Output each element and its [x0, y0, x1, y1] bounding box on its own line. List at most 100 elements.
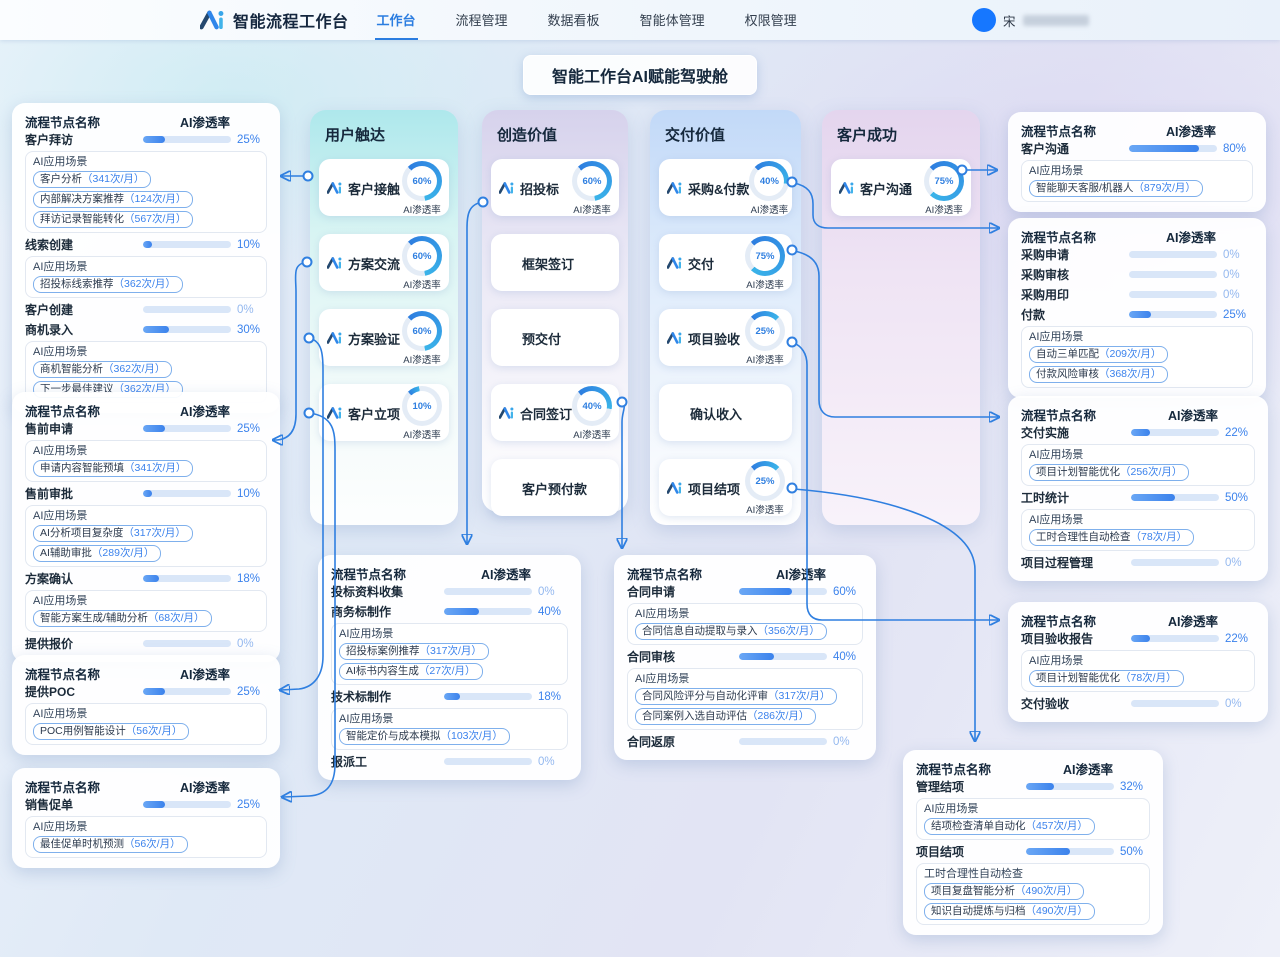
ai-scenario-tag: 智能方案生成/辅助分析（68次/月）	[33, 610, 212, 627]
panel-column-headers: 流程节点名称AI渗透率	[25, 112, 267, 128]
progress-track	[143, 640, 231, 647]
scenario-count: （317次/月）	[420, 644, 482, 659]
ai-scenario-tag: 合同案例入选自动评估（286次/月）	[635, 708, 816, 725]
stage-card-kpi: 60%AI渗透率	[402, 236, 442, 291]
rate-column-header: AI渗透率	[143, 777, 267, 793]
stage-card[interactable]: 客户立项 10% AI渗透率	[319, 384, 449, 441]
ai-scenario-tag-list: POC用例智能设计（56次/月）	[33, 723, 259, 740]
ai-scenario-tag: 招投标案例推荐（317次/月）	[339, 643, 489, 660]
penetration-percent: 0%	[1223, 249, 1253, 261]
user-avatar[interactable]	[972, 8, 996, 32]
penetration-percent: 0%	[1225, 557, 1255, 569]
scenario-name: 付款风险审核	[1036, 367, 1099, 382]
progress-track	[143, 801, 231, 808]
panel-column-headers: 流程节点名称 AI渗透率	[1021, 611, 1255, 627]
progress-track	[739, 588, 827, 595]
node-column-header: 流程节点名称	[331, 564, 406, 580]
donut-percent-value: 25%	[755, 476, 774, 487]
process-node-name: 项目过程管理	[1021, 554, 1093, 571]
stage-card[interactable]: 预交付	[491, 309, 619, 366]
process-node-name: 技术标制作	[331, 688, 391, 705]
node-column-header: 流程节点名称	[1021, 405, 1096, 421]
stage-card[interactable]: 客户接触60%AI渗透率	[319, 159, 449, 216]
stage-card-name: 预交付	[522, 329, 561, 348]
stage-card-name: 客户预付款	[522, 479, 587, 498]
stage-card[interactable]: 采购&付款40%AI渗透率	[659, 159, 792, 216]
ai-scenario-box: AI应用场景申请内容智能预填（341次/月）	[25, 440, 267, 482]
nav-tab[interactable]: 智能体管理	[638, 0, 707, 40]
ai-scenario-box: AI应用场景招投标案例推荐（317次/月）AI标书内容生成（27次/月）	[331, 623, 568, 685]
node-column-header: 流程节点名称	[25, 664, 100, 680]
stage-card[interactable]: 客户沟通75%AI渗透率	[831, 159, 971, 216]
donut-caption: AI渗透率	[403, 277, 440, 291]
scenario-name: 智能聊天客服/机器人	[1036, 181, 1133, 196]
donut-caption: AI渗透率	[403, 427, 440, 441]
process-node-row: 售前申请25%	[25, 420, 267, 437]
donut-percent-value: 60%	[582, 176, 601, 187]
stage-card[interactable]: 合同签订40%AI渗透率	[491, 384, 619, 441]
process-node-name: 客户拜访	[25, 131, 73, 148]
stage-card-label: 交付	[667, 254, 714, 273]
process-node-name: 投标资料收集	[331, 583, 403, 600]
donut-percent-value: 40%	[760, 176, 779, 187]
nav-tab[interactable]: 流程管理	[454, 0, 510, 40]
penetration-percent: 10%	[237, 239, 267, 251]
nav-tab[interactable]: 权限管理	[743, 0, 799, 40]
process-node-name: 售前审批	[25, 485, 73, 502]
ai-scenario-tag: 自动三单匹配（209次/月）	[1029, 346, 1168, 363]
penetration-bar: 25%	[143, 686, 267, 698]
user-account[interactable]: 宋	[972, 8, 1089, 32]
penetration-bar: 25%	[143, 423, 267, 435]
stage-card-label: 确认收入	[667, 404, 742, 423]
rate-column-header: AI渗透率	[1131, 611, 1255, 627]
stage-card[interactable]: 项目结项 25% AI渗透率	[659, 459, 792, 516]
donut-center: 10%	[407, 391, 437, 421]
node-panel-poc: 流程节点名称AI渗透率提供POC25%AI应用场景POC用例智能设计（56次/月…	[12, 655, 280, 755]
ai-scenario-label: AI应用场景	[635, 608, 855, 621]
ai-scenario-tag-list: 结项检查清单自动化（457次/月）	[924, 818, 1142, 835]
stage-card[interactable]: 框架签订	[491, 234, 619, 291]
ai-scenario-tag: AI标书内容生成（27次/月）	[339, 663, 483, 680]
stage-card[interactable]: 确认收入	[659, 384, 792, 441]
ai-scenario-tag: 合同风险评分与自动化评审（317次/月）	[635, 688, 837, 705]
stage-card[interactable]: 客户预付款	[491, 459, 619, 516]
stage-card[interactable]: 方案交流60%AI渗透率	[319, 234, 449, 291]
process-node-row: 项目验收报告22%	[1021, 630, 1255, 647]
stage-card[interactable]: 招投标60%AI渗透率	[491, 159, 619, 216]
stage-card-name: 项目结项	[688, 479, 740, 498]
nav-tab[interactable]: 数据看板	[546, 0, 602, 40]
donut-caption: AI渗透率	[746, 502, 783, 516]
stage-card-name: 确认收入	[690, 404, 742, 423]
progress-fill	[1129, 145, 1199, 152]
process-node-row: 工时统计50%	[1021, 489, 1255, 506]
donut-center: 75%	[929, 166, 959, 196]
donut-center: 75%	[750, 241, 780, 271]
donut-center: 60%	[407, 316, 437, 346]
stage-card-label: 项目结项	[667, 479, 740, 498]
donut-center: 40%	[754, 166, 784, 196]
stage-card[interactable]: 方案验证60%AI渗透率	[319, 309, 449, 366]
ai-scenario-label: AI应用场景	[1029, 655, 1247, 668]
scenario-count: （289次/月）	[92, 546, 154, 561]
process-node-name: 交付验收	[1021, 695, 1069, 712]
ai-scenario-label: AI应用场景	[33, 821, 259, 834]
panel-column-headers: 流程节点名称AI渗透率	[916, 759, 1150, 775]
process-node-name: 商务标制作	[331, 603, 391, 620]
ai-scenario-box: AI应用场景合同信息自动提取与录入（356次/月）	[627, 603, 863, 645]
ai-scenario-label: AI应用场景	[1029, 165, 1245, 178]
process-node-name: 提供POC	[25, 683, 75, 700]
progress-track	[143, 306, 231, 313]
donut-center: 40%	[577, 391, 607, 421]
ai-scenario-tag: 内部解决方案推荐（124次/月）	[33, 191, 193, 208]
penetration-donut: 60%	[402, 161, 442, 201]
stage-card[interactable]: 交付75%AI渗透率	[659, 234, 792, 291]
ai-logo-icon	[667, 481, 683, 495]
penetration-donut: 10%	[402, 386, 442, 426]
ai-scenario-label: 工时合理性自动检查	[924, 868, 1142, 881]
ai-scenario-tag-list: 招投标案例推荐（317次/月） AI标书内容生成（27次/月）	[339, 643, 560, 680]
node-column-header: 流程节点名称	[1021, 611, 1096, 627]
app-logo-icon	[200, 9, 226, 31]
stage-card-label: 客户立项	[327, 404, 400, 423]
stage-card[interactable]: 项目验收25%AI渗透率	[659, 309, 792, 366]
nav-tab[interactable]: 工作台	[375, 0, 418, 40]
